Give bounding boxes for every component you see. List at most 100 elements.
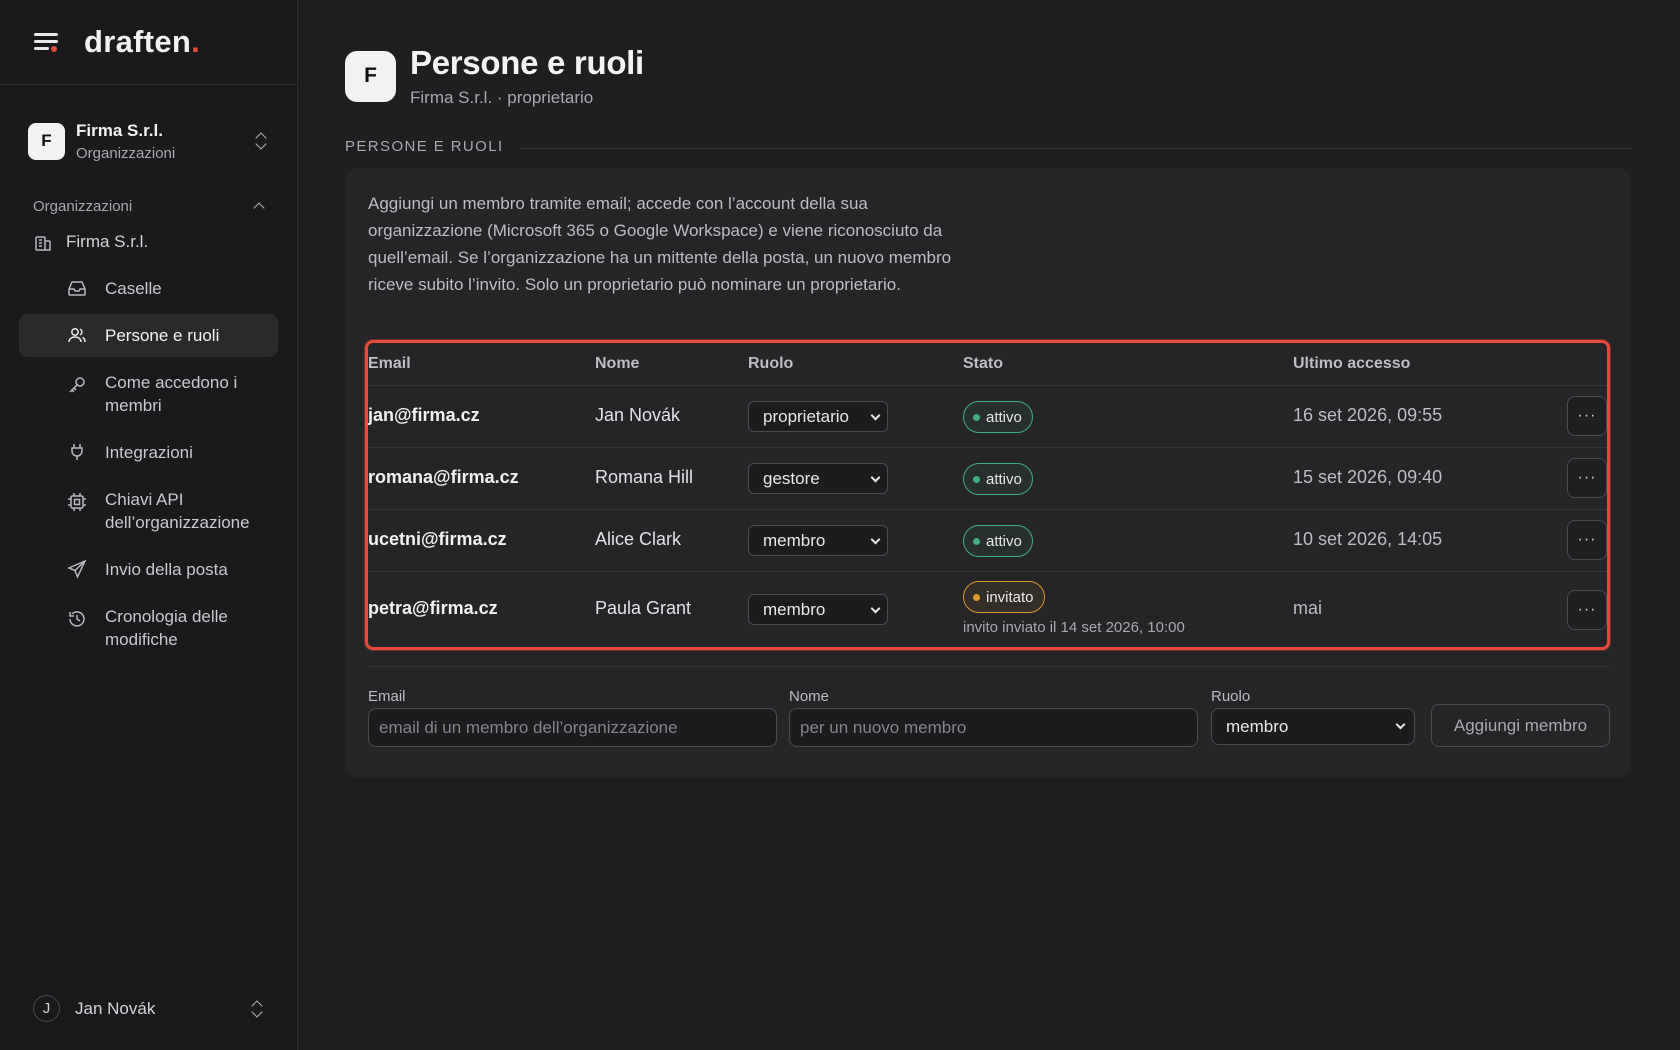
status-dot: [973, 594, 980, 601]
avatar: J: [33, 995, 60, 1022]
status-badge: attivo: [963, 401, 1033, 433]
section-label: PERSONE E RUOLI: [345, 138, 1631, 155]
members-table: Email Nome Ruolo Stato Ultimo accesso ja…: [365, 340, 1610, 650]
more-icon: ···: [1577, 601, 1597, 618]
table-row: romana@firma.cz Romana Hill gestore atti…: [368, 448, 1607, 510]
status-dot: [973, 414, 980, 421]
sidebar: draften. F Firma S.r.l. Organizzazioni O…: [0, 0, 298, 1050]
table-row: jan@firma.cz Jan Novák proprietario atti…: [368, 386, 1607, 448]
row-actions-button[interactable]: ···: [1567, 590, 1607, 630]
sidebar-item-persone[interactable]: Persone e ruoli: [19, 314, 278, 357]
member-name: Romana Hill: [595, 467, 694, 487]
chevron-down-icon: [870, 603, 881, 614]
chevron-down-icon: [1395, 719, 1406, 730]
sidebar-item-invio-posta[interactable]: Invio della posta: [19, 548, 278, 591]
row-actions-button[interactable]: ···: [1567, 520, 1607, 560]
column-role: Ruolo: [748, 355, 794, 372]
status-text: attivo: [986, 532, 1022, 550]
chevron-down-icon: [870, 410, 881, 421]
table-row: ucetni@firma.cz Alice Clark membro attiv…: [368, 510, 1607, 572]
chevron-up-icon: [253, 202, 265, 214]
page-title: Persone e ruoli: [410, 44, 644, 81]
table-row: petra@firma.cz Paula Grant membro invita…: [368, 572, 1607, 647]
sidebar-item-label: Invio della posta: [105, 560, 228, 579]
row-actions-button[interactable]: ···: [1567, 458, 1607, 498]
status-dot: [973, 476, 980, 483]
main-content: F Persone e ruoli Firma S.r.l. · proprie…: [298, 0, 1680, 1050]
role-select[interactable]: membro: [748, 594, 888, 625]
sidebar-item-integrazioni[interactable]: Integrazioni: [19, 431, 278, 474]
column-email: Email: [368, 355, 411, 372]
sidebar-item-caselle[interactable]: Caselle: [19, 267, 278, 310]
role-select-value: gestore: [763, 468, 820, 488]
role-select[interactable]: membro: [748, 525, 888, 556]
add-member-button[interactable]: Aggiungi membro: [1431, 704, 1610, 747]
status-text: invitato: [986, 588, 1034, 606]
role-field-label: Ruolo: [1211, 688, 1251, 705]
nav-org-item[interactable]: Firma S.r.l.: [0, 225, 297, 259]
name-field-label: Nome: [789, 688, 830, 705]
logo-dot: .: [191, 24, 201, 59]
status-badge: invitato: [963, 581, 1045, 613]
building-icon: [35, 236, 51, 251]
sidebar-item-cronologia[interactable]: Cronologia delle modifiche: [19, 595, 278, 661]
role-select-value: proprietario: [763, 406, 849, 426]
sidebar-item-label: Caselle: [105, 279, 162, 298]
menu-icon[interactable]: [32, 30, 60, 54]
more-icon: ···: [1577, 407, 1597, 424]
org-avatar: F: [345, 50, 396, 102]
org-switcher[interactable]: F Firma S.r.l. Organizzazioni: [0, 117, 297, 165]
inbox-icon: [68, 281, 86, 296]
members-card: Aggiungi un membro tramite email; accede…: [345, 168, 1631, 778]
role-select[interactable]: gestore: [748, 463, 888, 494]
more-icon: ···: [1577, 469, 1597, 486]
chevron-down-icon: [870, 472, 881, 483]
member-email: jan@firma.cz: [368, 405, 480, 425]
last-access: mai: [1293, 598, 1323, 618]
last-access: 10 set 2026, 14:05: [1293, 529, 1443, 549]
chevron-updown-icon: [253, 130, 269, 152]
org-switcher-subtitle: Organizzazioni: [76, 144, 176, 162]
member-name: Paula Grant: [595, 598, 692, 618]
role-select-value: membro: [763, 530, 826, 550]
divider: [368, 666, 1610, 667]
email-field-label: Email: [368, 688, 406, 705]
member-email: petra@firma.cz: [368, 598, 498, 618]
invite-note: invito inviato il 14 set 2026, 10:00: [963, 619, 1185, 636]
user-menu[interactable]: J Jan Novák: [33, 995, 265, 1022]
email-field[interactable]: [368, 708, 777, 747]
column-name: Nome: [595, 355, 640, 372]
chip-icon: [68, 493, 86, 511]
users-icon: [68, 328, 86, 343]
divider: [519, 147, 1631, 149]
sidebar-item-label: Come accedono i membri: [105, 373, 238, 415]
member-name: Alice Clark: [595, 529, 682, 549]
row-actions-button[interactable]: ···: [1567, 396, 1607, 436]
more-icon: ···: [1577, 531, 1597, 548]
logo[interactable]: draften.: [84, 24, 200, 60]
logo-text: draften: [84, 24, 192, 59]
nav-section: Organizzazioni Firma S.r.l. Caselle Pers…: [0, 191, 297, 661]
sidebar-item-label: Persone e ruoli: [105, 326, 220, 345]
member-email: ucetni@firma.cz: [368, 529, 507, 549]
role-select-value: membro: [763, 599, 826, 619]
column-status: Stato: [963, 355, 1003, 372]
sidebar-item-chiavi-api[interactable]: Chiavi API dell’organizzazione: [19, 478, 278, 544]
name-field[interactable]: [789, 708, 1198, 747]
send-icon: [67, 559, 87, 579]
nav-org-label: Firma S.r.l.: [66, 232, 149, 251]
brand-row: draften.: [0, 0, 297, 85]
role-select[interactable]: proprietario: [748, 401, 888, 432]
member-email: romana@firma.cz: [368, 467, 519, 487]
status-badge: attivo: [963, 525, 1033, 557]
chevron-updown-icon: [249, 998, 265, 1020]
sidebar-item-label: Cronologia delle modifiche: [105, 607, 228, 649]
key-icon: [69, 377, 85, 393]
sidebar-item-accesso[interactable]: Come accedono i membri: [19, 361, 278, 427]
member-name: Jan Novák: [595, 405, 681, 425]
org-avatar: F: [28, 122, 65, 160]
sidebar-item-label: Chiavi API dell’organizzazione: [105, 490, 250, 532]
role-select[interactable]: membro: [1211, 708, 1415, 745]
nav-section-header[interactable]: Organizzazioni: [0, 191, 297, 221]
last-access: 15 set 2026, 09:40: [1293, 467, 1443, 487]
